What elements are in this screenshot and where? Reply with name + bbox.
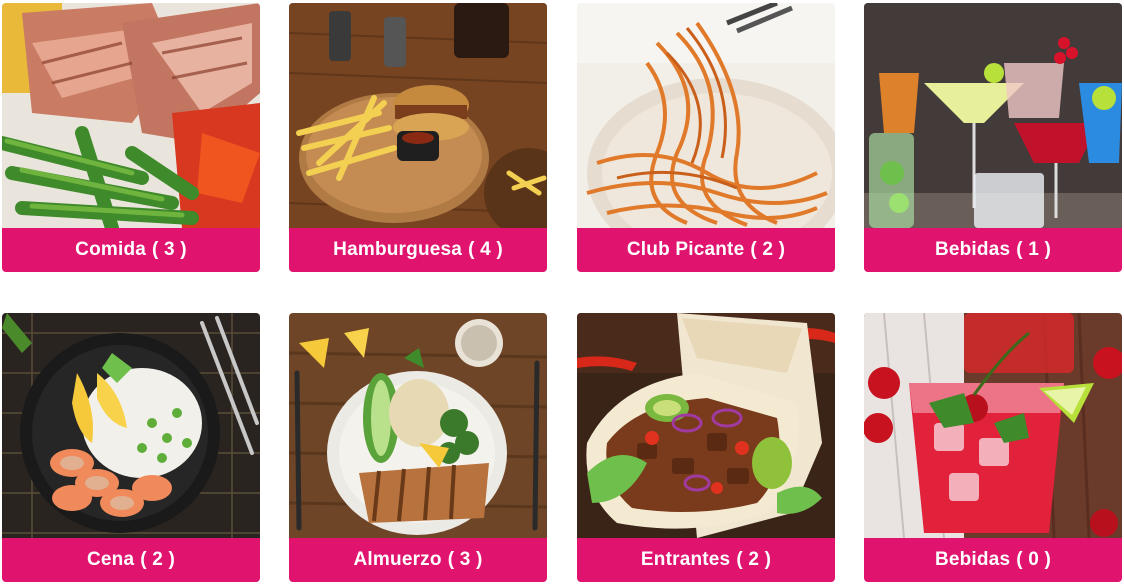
category-label-club-picante: Club Picante ( 2 ) — [577, 228, 835, 272]
category-image-club-picante — [577, 3, 835, 228]
category-card-entrantes[interactable]: Entrantes ( 2 ) — [577, 313, 835, 582]
category-name: Cena — [86, 549, 135, 570]
category-count: ( 2 ) — [736, 549, 772, 570]
category-count: ( 0 ) — [1016, 549, 1052, 570]
category-name: Almuerzo — [353, 549, 442, 570]
category-name: Hamburguesa — [333, 239, 463, 260]
category-grid: Comida ( 3 ) Hamburguesa (4) Club Pica… — [0, 0, 1124, 584]
category-card-bebidas-2[interactable]: Bebidas ( 0 ) — [864, 313, 1122, 582]
category-label-hamburguesa: Hamburguesa ( 4 ) — [289, 228, 547, 272]
category-card-hamburguesa[interactable]: Hamburguesa ( 4 ) — [289, 3, 547, 272]
category-label-entrantes: Entrantes ( 2 ) — [577, 538, 835, 582]
category-count: ( 4 ) — [468, 239, 503, 260]
category-card-comida[interactable]: Comida ( 3 ) — [2, 3, 260, 272]
category-count: ( 2 ) — [750, 239, 786, 260]
category-count: ( 1 ) — [1016, 239, 1052, 260]
category-name: Comida — [75, 239, 147, 260]
category-count: ( 3 ) — [152, 239, 187, 260]
category-label-almuerzo: Almuerzo ( 3 ) — [289, 538, 547, 582]
category-label-comida: Comida ( 3 ) — [2, 228, 260, 272]
category-image-cena — [2, 313, 260, 538]
category-label-cena: Cena ( 2 ) — [2, 538, 260, 582]
category-label-bebidas-2: Bebidas ( 0 ) — [864, 538, 1122, 582]
category-image-almuerzo — [289, 313, 547, 538]
category-name: Bebidas — [934, 239, 1011, 260]
category-card-cena[interactable]: Cena ( 2 ) — [2, 313, 260, 582]
category-image-bebidas-1 — [864, 3, 1122, 228]
category-count: ( 2 ) — [140, 549, 176, 570]
category-card-club-picante[interactable]: Club Picante ( 2 ) — [577, 3, 835, 272]
category-card-bebidas-1[interactable]: Bebidas ( 1 ) — [864, 3, 1122, 272]
category-name: Bebidas — [934, 549, 1011, 570]
category-count: ( 3 ) — [447, 549, 483, 570]
category-image-comida — [2, 3, 260, 228]
category-card-almuerzo[interactable]: Almuerzo ( 3 ) — [289, 313, 547, 582]
category-label-bebidas-1: Bebidas ( 1 ) — [864, 228, 1122, 272]
category-name: Club Picante — [626, 239, 745, 260]
category-image-entrantes — [577, 313, 835, 538]
category-name: Entrantes — [640, 549, 731, 570]
category-image-bebidas-2 — [864, 313, 1122, 538]
category-image-hamburguesa — [289, 3, 547, 228]
